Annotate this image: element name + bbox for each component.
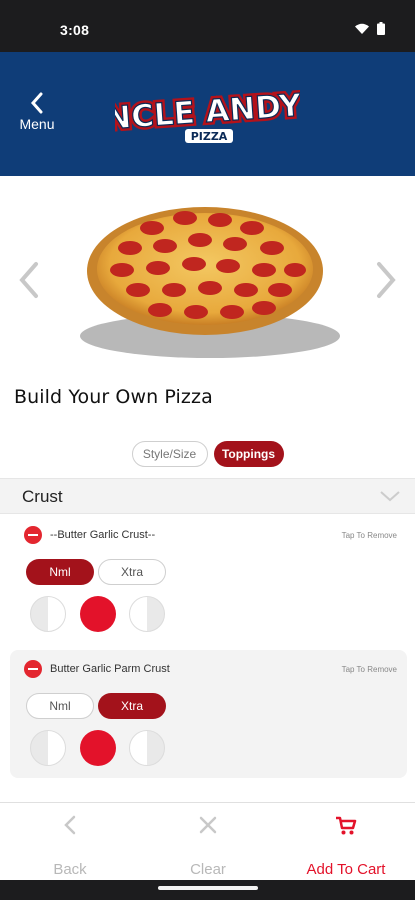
option-name: --Butter Garlic Crust-- <box>50 529 156 541</box>
status-bar: 3:08 <box>0 0 415 52</box>
close-icon <box>199 816 217 834</box>
add-to-cart-label: Add To Cart <box>306 861 386 878</box>
uncle-andys-logo: UNCLE ANDY'S UNCLE ANDY'S PIZZA <box>115 82 300 143</box>
tap-to-remove-hint: Tap To Remove <box>341 531 397 540</box>
whole-portion-icon[interactable] <box>80 730 116 766</box>
status-time: 3:08 <box>60 22 90 38</box>
bottom-action-bar: Back Clear Add To Cart <box>0 802 415 880</box>
tab-style-size[interactable]: Style/Size <box>131 441 208 467</box>
status-icons <box>355 22 385 35</box>
back-label: Back <box>53 861 87 878</box>
back-button[interactable]: Back <box>10 813 130 878</box>
svg-text:PIZZA: PIZZA <box>191 130 228 143</box>
whole-portion-icon[interactable] <box>80 596 116 632</box>
amount-normal-button[interactable]: Nml <box>26 693 94 719</box>
option-name: Butter Garlic Parm Crust <box>50 663 170 675</box>
chevron-down-icon <box>380 491 400 502</box>
left-half-portion-icon[interactable] <box>30 596 66 632</box>
add-to-cart-button[interactable]: Add To Cart <box>286 813 406 878</box>
section-title: Crust <box>22 487 63 506</box>
amount-extra-button[interactable]: Xtra <box>98 693 166 719</box>
right-half-portion-icon[interactable] <box>129 730 165 766</box>
chevron-left-icon <box>30 92 43 114</box>
wifi-icon <box>355 23 369 34</box>
clear-label: Clear <box>190 861 226 878</box>
menu-button[interactable]: Menu <box>14 92 60 142</box>
topping-option-butter-garlic-crust: --Butter Garlic Crust-- Tap To Remove Nm… <box>10 516 407 646</box>
right-half-portion-icon[interactable] <box>129 596 165 632</box>
remove-icon[interactable] <box>24 526 42 544</box>
app-header: Menu UNCLE ANDY'S UNCLE ANDY'S PIZZA <box>0 52 415 176</box>
home-indicator[interactable] <box>158 886 258 890</box>
left-half-portion-icon[interactable] <box>30 730 66 766</box>
product-title: Build Your Own Pizza <box>14 386 213 408</box>
clear-button[interactable]: Clear <box>148 813 268 878</box>
product-hero <box>0 176 415 376</box>
tab-toppings[interactable]: Toppings <box>213 441 284 467</box>
remove-icon[interactable] <box>24 660 42 678</box>
battery-icon <box>377 22 385 35</box>
amount-normal-button[interactable]: Nml <box>26 559 94 585</box>
tap-to-remove-hint: Tap To Remove <box>341 665 397 674</box>
system-navigation-bar <box>0 880 415 900</box>
option-tabs: Style/Size Toppings <box>0 441 415 469</box>
cart-icon <box>336 816 357 835</box>
crust-section-header[interactable]: Crust <box>0 478 415 514</box>
chevron-left-icon <box>64 815 76 835</box>
menu-label: Menu <box>19 116 55 132</box>
pizza-image <box>80 207 340 358</box>
topping-option-butter-garlic-parm-crust: Butter Garlic Parm Crust Tap To Remove N… <box>10 650 407 778</box>
previous-arrow-icon[interactable] <box>14 260 44 300</box>
next-arrow-icon[interactable] <box>371 260 401 300</box>
amount-extra-button[interactable]: Xtra <box>98 559 166 585</box>
